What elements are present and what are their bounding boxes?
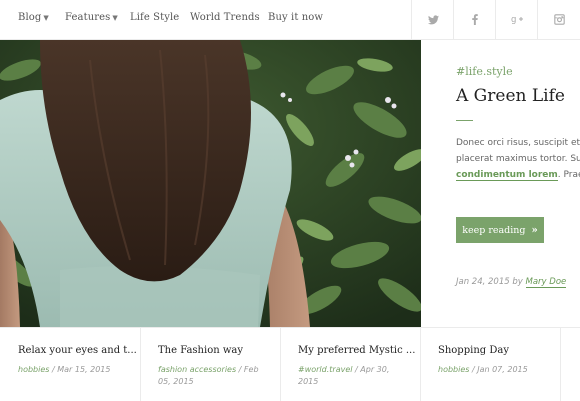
featured-article-panel: #life.style A Green Life Donec orci risu…: [421, 40, 580, 327]
author-link[interactable]: Mary Doe: [525, 277, 567, 288]
facebook-icon: [472, 14, 478, 25]
nav-item-buy-it-now[interactable]: Buy it now: [268, 12, 323, 23]
post-card-partial[interactable]: [560, 328, 580, 401]
featured-photo: [0, 40, 421, 327]
nav-item-label: Features: [65, 12, 111, 23]
chevron-down-icon: ▼: [112, 14, 118, 22]
article-tag[interactable]: #life.style: [456, 65, 513, 78]
post-card-category[interactable]: #world.travel: [298, 365, 352, 374]
nav-item-world-trends[interactable]: World Trends: [190, 12, 260, 23]
nav-item-blog[interactable]: Blog ▼: [18, 12, 49, 23]
post-card-meta: fashion accessories / Feb 05, 2015: [158, 365, 259, 386]
instagram-icon: [553, 14, 565, 25]
twitter-icon: [427, 14, 439, 24]
post-card-title[interactable]: The Fashion way: [158, 345, 243, 356]
article-title[interactable]: A Green Life: [456, 86, 565, 106]
nav-item-label: World Trends: [190, 12, 260, 23]
excerpt-link[interactable]: condimentum lorem: [456, 170, 558, 181]
post-card-category[interactable]: hobbies: [18, 365, 49, 374]
post-card-date: Jan 07, 2015: [477, 365, 528, 374]
featured-image[interactable]: [0, 40, 421, 327]
post-card-title[interactable]: Relax your eyes and t...: [18, 345, 137, 356]
post-cards-strip: Relax your eyes and t... hobbies / Mar 1…: [0, 327, 580, 401]
excerpt-line: Donec orci risus, suscipit et e: [456, 138, 580, 148]
title-divider: [456, 120, 473, 121]
double-chevron-right-icon: »: [531, 224, 538, 236]
nav-item-label: Life Style: [130, 12, 180, 23]
facebook-link[interactable]: [453, 0, 496, 39]
article-excerpt: Donec orci risus, suscipit et e placerat…: [456, 135, 580, 183]
article-date: Jan 24, 2015: [456, 277, 510, 287]
post-card-title[interactable]: Shopping Day: [438, 345, 509, 356]
keep-reading-label: keep reading: [462, 224, 526, 236]
post-card[interactable]: Relax your eyes and t... hobbies / Mar 1…: [0, 328, 141, 401]
svg-text:g: g: [511, 15, 516, 25]
post-card-meta: hobbies / Jan 07, 2015: [438, 365, 528, 374]
post-card-category[interactable]: hobbies: [438, 365, 469, 374]
post-card-meta: hobbies / Mar 15, 2015: [18, 365, 111, 374]
nav-item-label: Buy it now: [268, 12, 324, 23]
post-card-date: Mar 15, 2015: [57, 365, 111, 374]
google-plus-icon: g: [511, 15, 523, 25]
twitter-link[interactable]: [411, 0, 454, 39]
instagram-link[interactable]: [537, 0, 580, 39]
nav-item-label: Blog: [18, 12, 42, 23]
google-plus-link[interactable]: g: [495, 0, 538, 39]
article-meta: Jan 24, 2015 by Mary Doe: [456, 277, 567, 288]
post-card[interactable]: The Fashion way fashion accessories / Fe…: [140, 328, 281, 401]
chevron-down-icon: ▼: [43, 14, 49, 22]
post-card[interactable]: Shopping Day hobbies / Jan 07, 2015: [420, 328, 561, 401]
post-card-title[interactable]: My preferred Mystic ...: [298, 345, 415, 356]
post-card-category[interactable]: fashion accessories: [158, 365, 236, 374]
top-navigation: Blog ▼ Features ▼ Life Style World Trends …: [0, 0, 580, 40]
by-label: by: [512, 277, 523, 287]
nav-item-features[interactable]: Features ▼: [65, 12, 118, 23]
keep-reading-button[interactable]: keep reading »: [456, 217, 544, 243]
excerpt-text: . Praes: [557, 170, 580, 180]
excerpt-line: condimentum lorem. Praes: [456, 167, 580, 183]
post-card[interactable]: My preferred Mystic ... #world.travel / …: [280, 328, 421, 401]
excerpt-line: placerat maximus tortor. Sus: [456, 154, 580, 164]
post-card-meta: #world.travel / Apr 30, 2015: [298, 365, 390, 386]
nav-item-life-style[interactable]: Life Style: [130, 12, 179, 23]
